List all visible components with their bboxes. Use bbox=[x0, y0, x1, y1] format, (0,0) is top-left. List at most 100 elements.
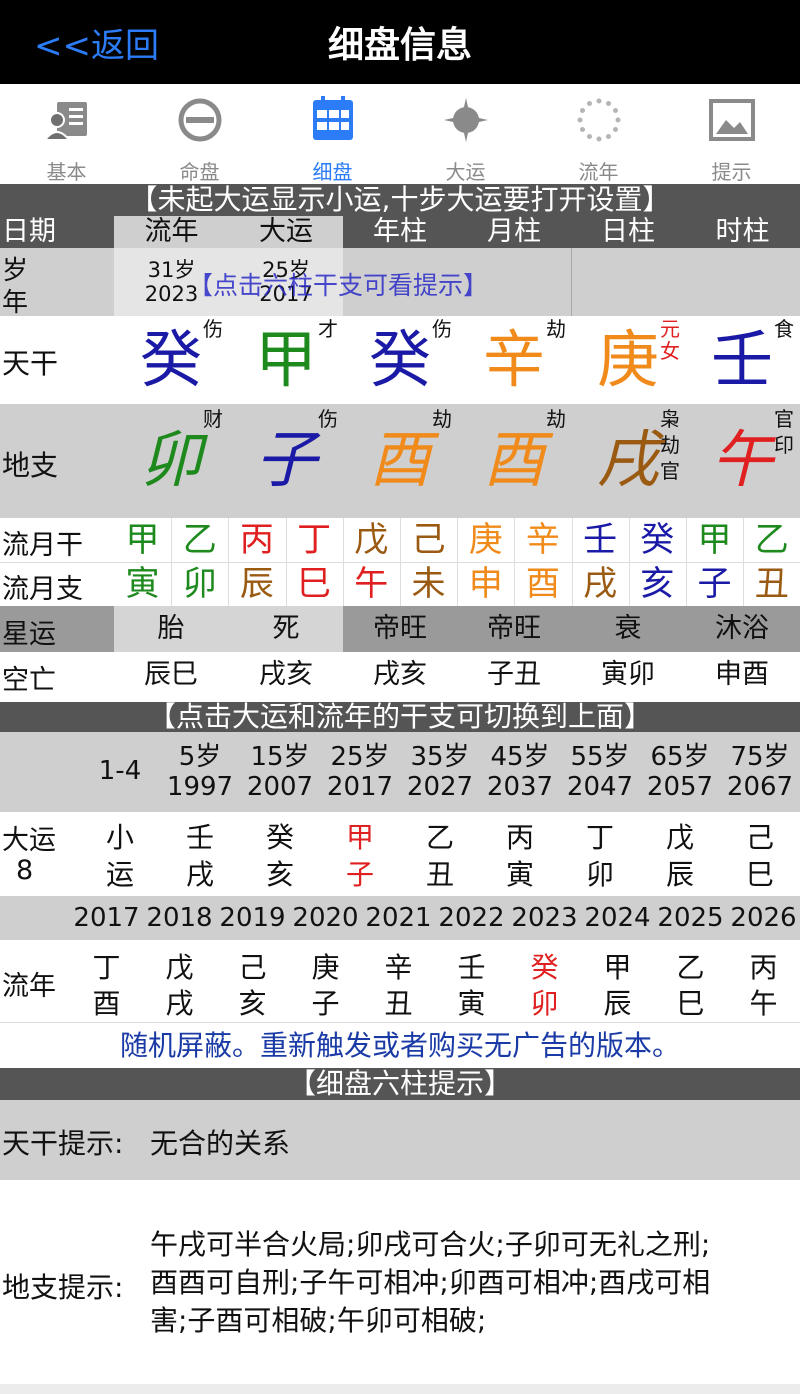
hidden-god-label: 财 bbox=[203, 407, 223, 431]
header-year-pillar: 年柱 bbox=[373, 216, 427, 247]
dayun-zhi[interactable]: 卯 bbox=[560, 853, 640, 893]
dayun-start-age: 15岁 bbox=[250, 742, 310, 772]
dayun-gan[interactable]: 癸 bbox=[240, 816, 320, 856]
liunian-year: 2024 bbox=[584, 903, 651, 933]
header-date: 日期 bbox=[2, 216, 56, 247]
dayun-zhi[interactable]: 亥 bbox=[240, 853, 320, 893]
tab-basic[interactable]: 基本 bbox=[0, 84, 133, 184]
grid-icon bbox=[313, 96, 353, 140]
bottom-strip bbox=[0, 1384, 800, 1394]
ten-god-label: 才 bbox=[318, 317, 338, 341]
tip-click-pillars: 【点击六柱干支可看提示】 bbox=[188, 271, 489, 300]
liunian-zhi[interactable]: 午 bbox=[727, 982, 800, 1022]
dayun-start-year: 2057 bbox=[646, 772, 714, 802]
liunian-zhi[interactable]: 卯 bbox=[508, 982, 581, 1022]
dizhi-char[interactable]: 子 bbox=[229, 420, 343, 500]
hidden-god-label: 伤 bbox=[318, 407, 338, 431]
liunian-gan[interactable]: 乙 bbox=[654, 946, 727, 986]
liuyue-zhi-char: 巳 bbox=[297, 564, 332, 604]
liuyue-gan-char: 壬 bbox=[583, 520, 618, 560]
liuyue-gan-char: 庚 bbox=[468, 520, 503, 560]
compass-icon bbox=[444, 98, 488, 142]
liuyue-gan-char: 戊 bbox=[354, 520, 389, 560]
dizhi-char[interactable]: 卯 bbox=[114, 420, 228, 500]
ten-god-label: 食 bbox=[774, 317, 794, 341]
liunian-gan[interactable]: 辛 bbox=[362, 946, 435, 986]
dayun-gan[interactable]: 丁 bbox=[560, 816, 640, 856]
tab-liunian[interactable]: 流年 bbox=[532, 84, 665, 184]
dayun-zhi[interactable]: 运 bbox=[80, 853, 160, 893]
kongwang-value: 戌亥 bbox=[373, 659, 427, 690]
dayun-gan[interactable]: 戊 bbox=[640, 816, 720, 856]
ad-banner[interactable]: 随机屏蔽。重新触发或者购买无广告的版本。 bbox=[0, 1022, 800, 1068]
dayun-start-age: 25岁 bbox=[330, 742, 390, 772]
dayun-zhi[interactable]: 戌 bbox=[160, 853, 240, 893]
tab-label: 流年 bbox=[578, 160, 619, 184]
kongwang-value: 子丑 bbox=[487, 659, 541, 690]
liunian-zhi[interactable]: 酉 bbox=[70, 982, 143, 1022]
dayun-gan[interactable]: 己 bbox=[720, 816, 800, 856]
header-day-pillar: 日柱 bbox=[601, 216, 655, 247]
xingyun-value: 胎 bbox=[157, 613, 185, 644]
liuyue-zhi-char: 午 bbox=[354, 564, 389, 604]
liuyue-gan-char: 甲 bbox=[697, 520, 732, 560]
dayun-gan[interactable]: 乙 bbox=[400, 816, 480, 856]
dayun-start-age: 75岁 bbox=[730, 742, 790, 772]
liuyue-zhi-char: 子 bbox=[697, 564, 732, 604]
liunian-gan[interactable]: 丙 bbox=[727, 946, 800, 986]
divider bbox=[571, 248, 572, 316]
liunian-gan[interactable]: 庚 bbox=[289, 946, 362, 986]
notice-switch-dayun: 【点击大运和流年的干支可切换到上面】 bbox=[0, 702, 800, 732]
dayun-zhi[interactable]: 巳 bbox=[720, 853, 800, 893]
dizhi-char[interactable]: 酉 bbox=[343, 420, 457, 500]
tab-dayun[interactable]: 大运 bbox=[399, 84, 532, 184]
dayun-zhi[interactable]: 丑 bbox=[400, 853, 480, 893]
liunian-gan[interactable]: 戊 bbox=[143, 946, 216, 986]
kongwang-value: 辰巳 bbox=[144, 659, 198, 690]
tiangan-tip-label: 天干提示: bbox=[2, 1127, 124, 1160]
tab-label: 基本 bbox=[46, 160, 87, 184]
liuyue-gan-char: 丁 bbox=[297, 520, 332, 560]
liunian-zhi[interactable]: 戌 bbox=[143, 982, 216, 1022]
tab-label: 命盘 bbox=[179, 160, 220, 184]
tab-tips[interactable]: 提示 bbox=[665, 84, 798, 184]
header-month-pillar: 月柱 bbox=[487, 216, 541, 247]
dayun-start-age: 55岁 bbox=[570, 742, 630, 772]
header-dayun[interactable]: 大运 bbox=[229, 216, 343, 248]
dayun-zhi[interactable]: 寅 bbox=[480, 853, 560, 893]
dayun-gan[interactable]: 甲 bbox=[320, 816, 400, 856]
dayun-zhi[interactable]: 子 bbox=[320, 853, 400, 893]
dayun-count: 8 bbox=[16, 855, 34, 886]
dizhi-tip-line: 害;子酉可相破;午卯可相破; bbox=[150, 1304, 487, 1337]
dayun-start-age: 5岁 bbox=[178, 742, 222, 772]
liunian-zhi[interactable]: 亥 bbox=[216, 982, 289, 1022]
tab-mingpan[interactable]: 命盘 bbox=[133, 84, 266, 184]
liunian-gan[interactable]: 甲 bbox=[581, 946, 654, 986]
liuyue-zhi-char: 卯 bbox=[182, 564, 217, 604]
liunian-gan[interactable]: 丁 bbox=[70, 946, 143, 986]
liunian-gan[interactable]: 癸 bbox=[508, 946, 581, 986]
liunian-gan[interactable]: 己 bbox=[216, 946, 289, 986]
dayun-zhi[interactable]: 辰 bbox=[640, 853, 720, 893]
header-liunian[interactable]: 流年 bbox=[114, 216, 229, 248]
dayun-gan[interactable]: 丙 bbox=[480, 816, 560, 856]
liunian-zhi[interactable]: 丑 bbox=[362, 982, 435, 1022]
xingyun-value: 沐浴 bbox=[715, 613, 769, 644]
notice-dayun-setting: 【未起大运显示小运,十步大运要打开设置】 bbox=[0, 184, 800, 216]
liuyue-zhi-char: 未 bbox=[411, 564, 446, 604]
liuyue-gan-char: 乙 bbox=[754, 520, 789, 560]
liunian-zhi[interactable]: 寅 bbox=[435, 982, 508, 1022]
liunian-zhi[interactable]: 巳 bbox=[654, 982, 727, 1022]
tab-xipan[interactable]: 细盘 bbox=[266, 84, 399, 184]
ten-god-label: 元 女 bbox=[660, 317, 680, 363]
kongwang-value: 戌亥 bbox=[259, 659, 313, 690]
liunian-zhi[interactable]: 子 bbox=[289, 982, 362, 1022]
xingyun-value: 死 bbox=[272, 613, 300, 644]
liunian-gan[interactable]: 壬 bbox=[435, 946, 508, 986]
liunian-zhi[interactable]: 辰 bbox=[581, 982, 654, 1022]
dayun-gan[interactable]: 壬 bbox=[160, 816, 240, 856]
dizhi-char[interactable]: 酉 bbox=[457, 420, 571, 500]
liunian-year: 2022 bbox=[438, 903, 505, 933]
dayun-start-year: 2007 bbox=[246, 772, 314, 802]
dayun-gan[interactable]: 小 bbox=[80, 816, 160, 856]
